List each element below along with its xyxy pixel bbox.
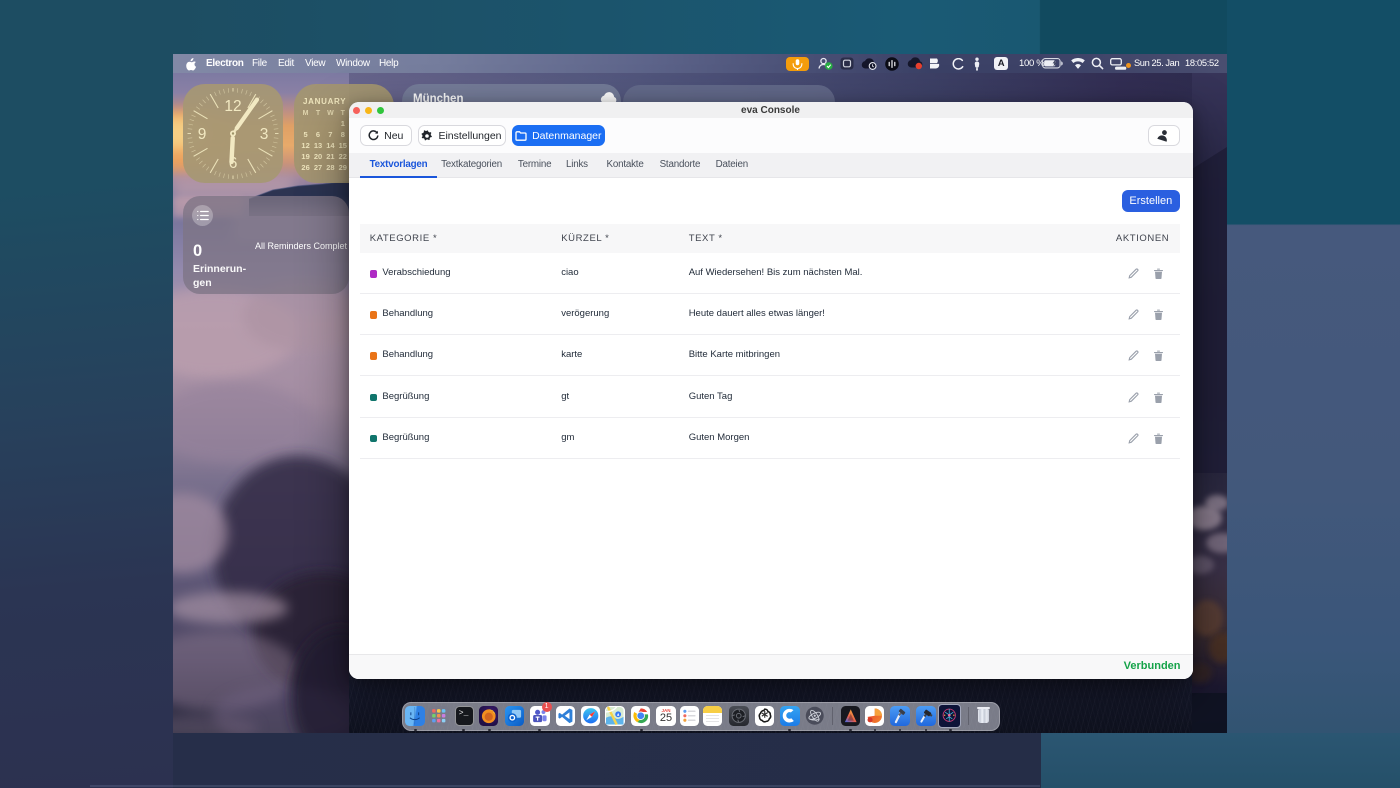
svg-text:3: 3 <box>260 126 269 143</box>
svg-text:12: 12 <box>224 98 241 115</box>
svg-text:9: 9 <box>198 126 207 143</box>
